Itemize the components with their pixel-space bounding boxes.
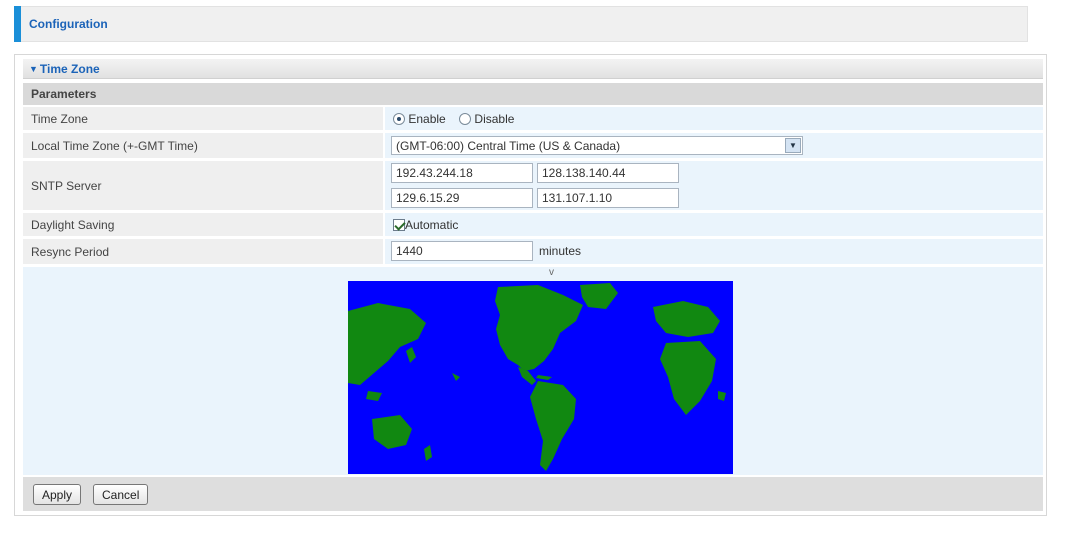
time-zone-marker: v (549, 267, 554, 278)
parameters-title: Parameters (31, 87, 97, 101)
automatic-label: Automatic (405, 218, 459, 232)
sntp-server-3-input[interactable]: 129.6.15.29 (391, 188, 533, 208)
time-zone-section-header[interactable]: ▼ Time Zone (23, 59, 1043, 79)
section-title[interactable]: ▼ Time Zone (29, 62, 100, 76)
sntp-server-2-input[interactable]: 128.138.140.44 (537, 163, 679, 183)
header-accent-bar (14, 6, 21, 42)
time-zone-row: Time Zone Enable Disable (23, 107, 1043, 131)
disable-radio-option[interactable]: Disable (459, 112, 514, 126)
cancel-button[interactable]: Cancel (93, 484, 149, 505)
world-map-area: v (23, 267, 1043, 475)
enable-radio[interactable] (393, 113, 405, 125)
automatic-checkbox-option[interactable]: Automatic (393, 218, 458, 232)
sntp-server-row: SNTP Server 192.43.244.18 128.138.140.44… (23, 161, 1043, 211)
world-map[interactable] (348, 281, 733, 474)
daylight-saving-row: Daylight Saving Automatic (23, 213, 1043, 237)
disable-radio[interactable] (459, 113, 472, 125)
enable-radio-option[interactable]: Enable (393, 112, 446, 126)
collapse-triangle-icon[interactable]: ▼ (29, 64, 38, 74)
action-bar: Apply Cancel (23, 477, 1043, 511)
local-time-zone-label: Local Time Zone (+-GMT Time) (31, 138, 198, 153)
sntp-server-4-input[interactable]: 131.107.1.10 (537, 188, 679, 208)
section-title-text: Time Zone (39, 62, 100, 76)
resync-period-input[interactable]: 1440 (391, 241, 533, 261)
automatic-checkbox[interactable] (393, 219, 405, 231)
local-time-zone-value: (GMT-06:00) Central Time (US & Canada) (396, 139, 621, 153)
page-title: Configuration (29, 17, 108, 31)
local-time-zone-select[interactable]: (GMT-06:00) Central Time (US & Canada) ▼ (391, 136, 803, 155)
time-zone-label: Time Zone (31, 111, 88, 126)
configuration-header: Configuration (14, 6, 1028, 42)
time-zone-radio-group: Enable Disable (393, 112, 524, 126)
sntp-server-1-input[interactable]: 192.43.244.18 (391, 163, 533, 183)
daylight-saving-label: Daylight Saving (31, 217, 115, 232)
apply-button[interactable]: Apply (33, 484, 82, 505)
chevron-down-icon[interactable]: ▼ (785, 138, 801, 153)
sntp-server-label: SNTP Server (31, 178, 102, 193)
minutes-unit-label: minutes (539, 244, 582, 258)
resync-period-label: Resync Period (31, 244, 110, 259)
time-zone-panel: ▼ Time Zone Parameters Time Zone Enable D… (14, 54, 1047, 516)
parameters-header: Parameters (23, 83, 1043, 105)
local-time-zone-row: Local Time Zone (+-GMT Time) (GMT-06:00)… (23, 133, 1043, 159)
resync-period-row: Resync Period 1440 minutes (23, 239, 1043, 265)
